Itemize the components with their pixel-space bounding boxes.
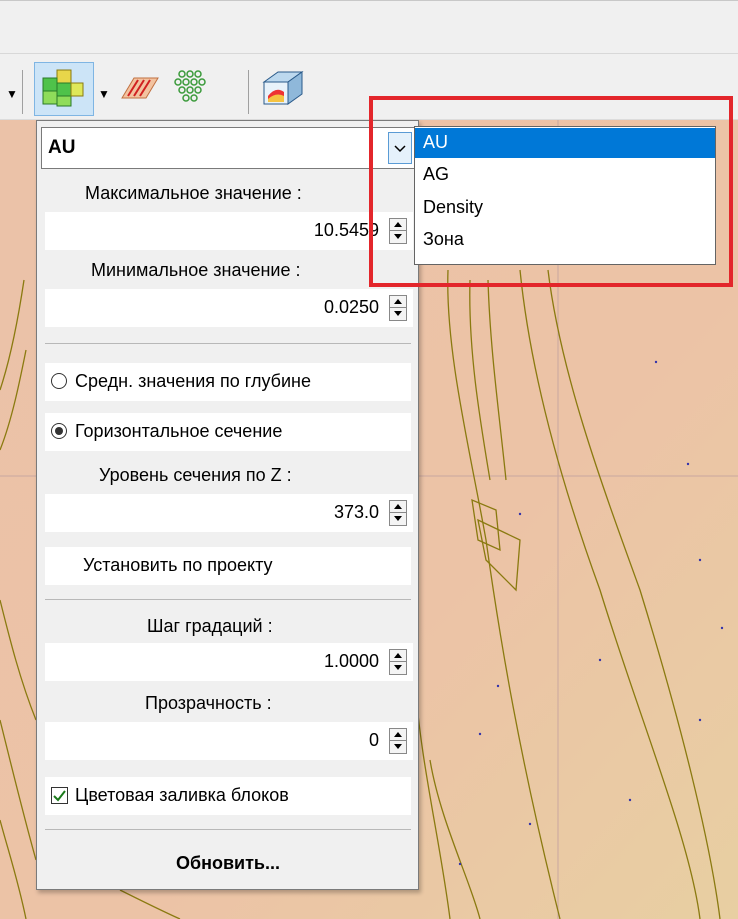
layers-button[interactable]	[118, 68, 162, 112]
min-value-field[interactable]: 0.0250	[45, 289, 413, 327]
divider	[45, 599, 411, 600]
3d-box-icon	[262, 71, 304, 105]
spin-down-icon	[394, 744, 402, 749]
color-fill-label: Цветовая заливка блоков	[75, 785, 289, 805]
radio-avg-depth-label: Средн. значения по глубине	[75, 371, 311, 391]
layers-icon	[121, 77, 159, 99]
toolbar-separator	[22, 70, 23, 114]
step-label: Шаг градаций :	[147, 616, 273, 636]
divider	[45, 829, 411, 830]
radio-horizontal-label: Горизонтальное сечение	[75, 421, 283, 441]
z-level-text: 373.0	[333, 502, 379, 522]
divider	[45, 343, 411, 344]
z-level-spinner[interactable]	[389, 500, 407, 526]
min-value-spinner[interactable]	[389, 295, 407, 321]
points-icon	[174, 70, 206, 102]
step-text: 1.0000	[323, 651, 379, 671]
min-value-text: 0.0250	[323, 297, 379, 317]
transparency-field[interactable]: 0	[45, 722, 413, 760]
window-titlebar	[0, 0, 738, 54]
color-fill-checkbox[interactable]	[51, 787, 68, 804]
block-model-dropdown-icon[interactable]: ▼	[98, 88, 110, 100]
block-model-icon	[42, 69, 84, 107]
max-value-label: Максимальное значение :	[85, 183, 302, 203]
3d-box-button[interactable]	[258, 66, 306, 114]
spin-up-icon	[394, 504, 402, 509]
radio-horizontal-section[interactable]: Горизонтальное сечение	[45, 413, 411, 451]
step-field[interactable]: 1.0000	[45, 643, 413, 681]
checkmark-icon	[53, 790, 66, 802]
block-display-panel: AU Максимальное значение : 10.5459 Миним…	[36, 120, 419, 890]
spin-up-icon	[394, 732, 402, 737]
dropdown-arrow-icon[interactable]: ▼	[6, 88, 18, 100]
radio-button-selected[interactable]	[51, 423, 67, 439]
toolbar-separator	[248, 70, 249, 114]
radio-button[interactable]	[51, 373, 67, 389]
spin-down-icon	[394, 665, 402, 670]
z-level-label: Уровень сечения по Z :	[99, 465, 292, 485]
min-value-label: Минимальное значение :	[91, 260, 301, 280]
spin-down-icon	[394, 516, 402, 521]
step-spinner[interactable]	[389, 649, 407, 675]
block-model-button[interactable]	[34, 62, 94, 116]
spin-up-icon	[394, 653, 402, 658]
attribute-combobox[interactable]: AU	[41, 127, 415, 169]
points-button[interactable]	[170, 66, 214, 110]
highlight-frame	[369, 96, 733, 287]
refresh-button[interactable]: Обновить...	[45, 843, 411, 883]
radio-avg-depth[interactable]: Средн. значения по глубине	[45, 363, 411, 401]
z-level-field[interactable]: 373.0	[45, 494, 413, 532]
spin-up-icon	[394, 299, 402, 304]
transparency-text: 0	[368, 730, 379, 750]
attribute-combobox-value: AU	[48, 137, 76, 158]
set-by-project-label: Установить по проекту	[83, 555, 273, 575]
spin-down-icon	[394, 311, 402, 316]
transparency-label: Прозрачность :	[145, 693, 272, 713]
max-value-field[interactable]: 10.5459	[45, 212, 413, 250]
refresh-button-label: Обновить...	[175, 853, 280, 873]
transparency-spinner[interactable]	[389, 728, 407, 754]
set-by-project-button[interactable]: Установить по проекту	[45, 547, 411, 585]
color-fill-checkbox-row[interactable]: Цветовая заливка блоков	[45, 777, 411, 815]
